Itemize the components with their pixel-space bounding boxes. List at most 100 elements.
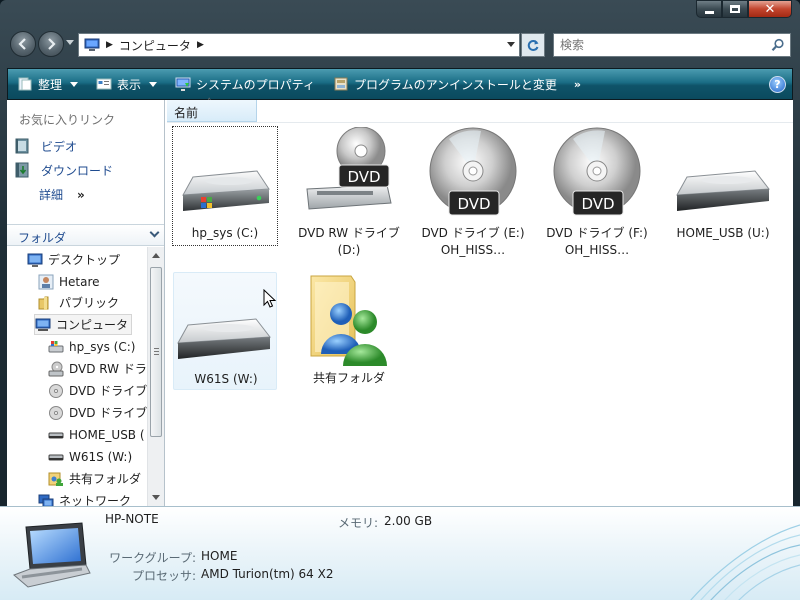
user-folder-icon <box>38 274 54 289</box>
address-history-dropdown[interactable] <box>507 42 515 47</box>
scroll-grip-icon <box>154 348 159 355</box>
tree-item-u-drive[interactable]: HOME_USB ( <box>48 424 145 445</box>
system-properties-button[interactable]: システムのプロパティ <box>166 69 324 99</box>
breadcrumb-arrow-icon[interactable]: ▶ <box>197 40 204 50</box>
tree-item-label: Hetare <box>59 274 100 289</box>
workgroup-label: ワークグループ: <box>109 551 196 565</box>
drive-u-item[interactable]: HOME_USB (U:) <box>671 127 775 247</box>
tree-item-w-drive[interactable]: W61S (W:) <box>48 446 132 467</box>
tree-item-label: 共有フォルダ <box>69 472 142 486</box>
more-label: 詳細 <box>39 188 64 202</box>
system-properties-icon <box>175 77 191 91</box>
uninstall-label: プログラムのアンインストールと変更 <box>353 77 557 92</box>
more-commands-button[interactable]: » <box>566 69 589 99</box>
shared-folder-item[interactable]: 共有フォルダ <box>297 272 401 390</box>
recent-pages-dropdown[interactable] <box>66 40 74 45</box>
shared-folder-label: 共有フォルダ <box>312 371 385 385</box>
tree-item-desktop[interactable]: デスクトップ <box>27 249 120 270</box>
search-box[interactable] <box>553 33 791 57</box>
tree-item-d-drive[interactable]: DVD RW ドラ <box>48 358 147 379</box>
scroll-up-icon[interactable] <box>152 253 160 258</box>
tree-item-label: コンピュータ <box>56 318 129 332</box>
search-icon[interactable] <box>771 38 785 52</box>
views-label: 表示 <box>117 77 142 92</box>
memory-label: メモリ: <box>337 516 378 530</box>
navigation-pane: お気に入りリンク ビデオ ダウンロード 詳細 » フォルダ デスクトップ Het… <box>7 100 165 506</box>
tree-item-label: W61S (W:) <box>69 449 133 464</box>
refresh-button[interactable] <box>521 33 545 57</box>
drive-w-label: W61S (W:) <box>194 372 258 386</box>
dvd-drive-icon <box>49 383 63 398</box>
tree-item-e-drive[interactable]: DVD ドライブ <box>48 380 147 401</box>
dvd-drive-icon: DVD <box>429 127 517 216</box>
tree-item-hetare[interactable]: Hetare <box>38 271 100 292</box>
memory-value: 2.00 GB <box>384 514 433 528</box>
scroll-down-icon[interactable] <box>152 495 160 500</box>
favorite-link-label: ダウンロード <box>41 163 114 178</box>
tree-item-label: ネットワーク <box>59 494 132 506</box>
dvd-disc-label: DVD <box>457 195 490 213</box>
organize-menu[interactable]: 整理 <box>8 69 87 99</box>
search-input[interactable] <box>560 38 760 52</box>
details-pane: HP-NOTE メモリ: 2.00 GB ワークグループ: HOME プロセッサ… <box>0 506 800 600</box>
caption-buttons: ✕ <box>696 0 792 20</box>
tree-item-computer[interactable]: コンピュータ <box>34 314 133 335</box>
forward-button[interactable] <box>38 31 64 57</box>
sort-ascending-icon: ˄ <box>207 98 212 108</box>
folders-header-label: フォルダ <box>18 231 67 245</box>
help-button[interactable]: ? <box>769 76 786 93</box>
tree-item-public[interactable]: パブリック <box>38 292 119 313</box>
tree-item-label: DVD RW ドラ <box>69 362 147 376</box>
dvd-drive-icon <box>49 405 63 420</box>
drive-d-item[interactable]: DVD DVD RW ドライブ (D:) <box>297 127 401 267</box>
computer-name: HP-NOTE <box>105 512 159 526</box>
shared-folder-icon <box>310 275 387 366</box>
favorite-link-label: ビデオ <box>41 139 78 154</box>
dvd-disc-label: DVD <box>581 195 614 213</box>
close-button[interactable]: ✕ <box>748 0 792 18</box>
arrow-left-icon <box>18 38 26 50</box>
tree-item-label: デスクトップ <box>48 253 121 267</box>
usb-drive-icon <box>48 432 64 438</box>
decorative-swoosh <box>690 524 800 600</box>
drive-c-label: hp_sys (C:) <box>191 226 259 240</box>
double-chevron-icon: » <box>77 187 85 202</box>
maximize-button[interactable] <box>722 0 748 18</box>
uninstall-button[interactable]: プログラムのアンインストールと変更 <box>324 69 566 99</box>
client-area: お気に入りリンク ビデオ ダウンロード 詳細 » フォルダ デスクトップ Het… <box>7 98 793 506</box>
address-bar[interactable]: ▶ コンピュータ ▶ <box>78 33 520 57</box>
arrow-right-icon <box>48 38 56 50</box>
command-bar: 整理 表示 システムのプロパティ プログラムのアンインストールと変更 » ? <box>7 68 793 100</box>
tree-item-f-drive[interactable]: DVD ドライブ <box>48 402 147 423</box>
drive-f-item[interactable]: DVD DVD ドライブ (F:) OH_HISS… <box>545 127 649 267</box>
scroll-thumb[interactable] <box>150 267 162 437</box>
maximize-icon <box>730 5 740 13</box>
tree-item-shared[interactable]: 共有フォルダ <box>48 468 141 489</box>
drive-f-label: DVD ドライブ (F:) OH_HISS… <box>546 226 648 257</box>
organize-icon <box>18 77 32 91</box>
folder-tree-scrollbar[interactable] <box>147 247 164 506</box>
tree-item-c-drive[interactable]: hp_sys (C:) <box>48 336 135 357</box>
back-button[interactable] <box>10 31 36 57</box>
folder-tree: デスクトップ Hetare パブリック コンピュータ hp_sys (C:) D… <box>7 247 147 506</box>
chevron-down-icon <box>149 81 158 87</box>
folders-header[interactable]: フォルダ <box>7 224 164 246</box>
drive-w-item[interactable]: W61S (W:) <box>173 272 277 390</box>
video-folder-icon <box>15 138 29 154</box>
drive-d-label: DVD RW ドライブ (D:) <box>298 226 400 257</box>
favorite-link-video[interactable]: ビデオ <box>15 136 77 156</box>
views-menu[interactable]: 表示 <box>87 69 166 99</box>
column-header-name[interactable]: 名前 ˄ <box>167 98 257 122</box>
minimize-button[interactable] <box>696 0 722 18</box>
drive-c-item[interactable]: hp_sys (C:) <box>172 126 278 246</box>
breadcrumb[interactable]: コンピュータ <box>119 37 191 54</box>
tree-item-network[interactable]: ネットワーク <box>38 490 131 506</box>
address-row: ▶ コンピュータ ▶ <box>0 28 800 62</box>
favorite-link-downloads[interactable]: ダウンロード <box>15 160 113 180</box>
drive-u-label: HOME_USB (U:) <box>676 226 770 240</box>
drive-e-label: DVD ドライブ (E:) OH_HISS… <box>421 226 525 257</box>
chevron-down-icon <box>149 227 160 238</box>
breadcrumb-arrow-icon[interactable]: ▶ <box>106 40 113 50</box>
favorite-links-more[interactable]: 詳細 » <box>39 186 85 203</box>
drive-e-item[interactable]: DVD DVD ドライブ (E:) OH_HISS… <box>421 127 525 267</box>
